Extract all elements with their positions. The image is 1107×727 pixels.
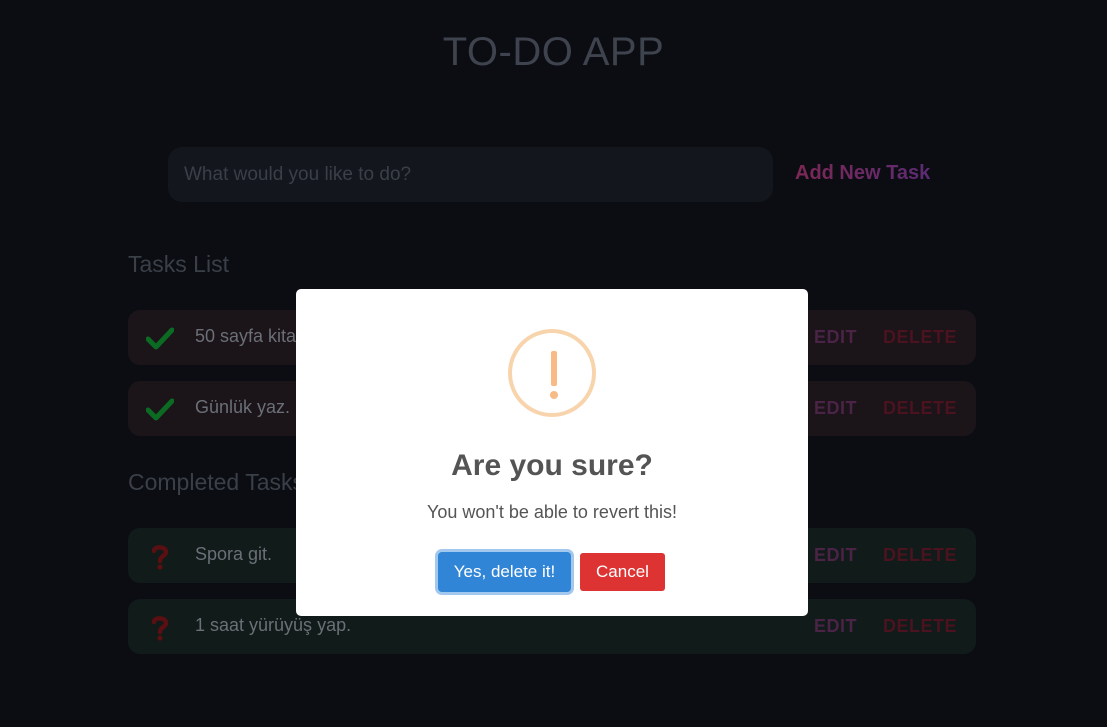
warning-icon [508, 329, 596, 417]
confirm-delete-button[interactable]: Yes, delete it! [438, 552, 571, 592]
app-page: TO-DO APP What would you like to do? Add… [0, 0, 1107, 727]
dialog-title: Are you sure? [451, 449, 653, 482]
confirm-dialog: Are you sure? You won't be able to rever… [296, 289, 808, 616]
dialog-text: You won't be able to revert this! [427, 502, 677, 522]
cancel-button[interactable]: Cancel [580, 553, 665, 591]
